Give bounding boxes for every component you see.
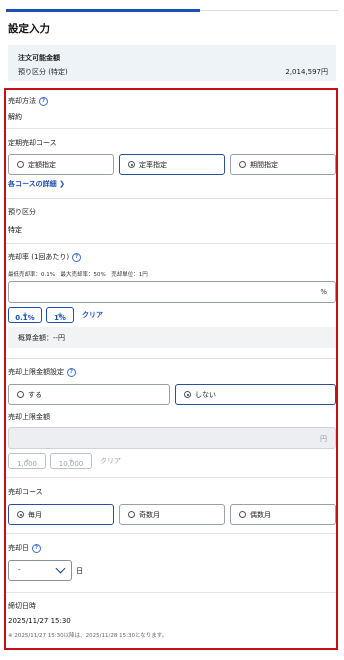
available-amount-panel: 注文可能金額 預り区分 (特定) 2,014,597円 [8,45,336,81]
sell-course-odd-months[interactable]: 奇数月 [119,504,225,525]
rate-clear-button[interactable]: クリア [82,310,103,320]
sell-course-monthly[interactable]: 毎月 [8,504,114,525]
divider [6,198,336,199]
radio-icon [17,391,24,398]
deadline-label: 締切日時 [8,602,36,610]
radio-icon [239,511,246,518]
divider [6,477,336,478]
add-0.1-percent-button[interactable]: + 0.1% [8,307,42,323]
limit-setting-off[interactable]: しない [175,384,336,405]
estimate-text: 概算金額：--円 [18,334,66,342]
deadline-value: 2025/11/27 15:30 [8,617,71,625]
available-amount-value: 2,014,597円 [285,68,328,76]
divider [6,243,336,244]
divider [6,533,336,534]
rate-label: 売却率 (1回あたり)? [8,252,82,262]
course-label: 定期売却コース [8,139,57,147]
radio-selected-icon [128,161,135,168]
course-option-period[interactable]: 期間指定 [230,154,336,175]
deadline-note: ※ 2025/11/27 15:30以降は、2025/11/28 15:30とな… [8,633,168,639]
limit-clear-button[interactable]: クリア [100,456,121,466]
help-icon[interactable]: ? [39,97,48,106]
divider [6,128,336,129]
sell-method-label: 売却方法? [8,96,48,106]
divider [6,592,336,593]
chevron-right-icon: ❯ [59,180,65,188]
rate-constraints: 最低売却率：0.1% 最大売却率：50% 売却単位：1円 [8,272,148,278]
radio-icon [128,511,135,518]
custody-type-label: 預り区分 (特定) [18,68,68,76]
limit-amount-label: 売却上限金額 [8,413,50,421]
radio-icon [17,161,24,168]
day-suffix: 日 [76,567,83,575]
available-amount-label: 注文可能金額 [18,54,60,62]
custody-value: 特定 [8,226,22,234]
course-option-fixed-rate[interactable]: 定率指定 [119,154,225,175]
chevron-down-icon [55,563,66,574]
sell-day-label: 売却日? [8,543,41,553]
radio-icon [239,161,246,168]
radio-selected-icon [184,391,191,398]
sell-course-even-months[interactable]: 偶数月 [230,504,336,525]
sell-course-label: 売却コース [8,488,43,496]
limit-setting-label: 売却上限金額設定? [8,367,76,377]
help-icon[interactable]: ? [67,368,76,377]
add-1-percent-button[interactable]: + 1% [46,307,74,323]
radio-selected-icon [17,511,24,518]
estimate-panel: 概算金額：--円 [8,327,336,348]
rate-input[interactable]: % [8,281,336,303]
yen-unit: 円 [320,435,327,443]
limit-amount-input[interactable]: 円 [8,427,336,449]
page-title: 設定入力 [8,23,50,35]
divider [6,358,336,359]
add-1000-button[interactable]: + 1,000 [8,453,46,469]
course-details-link[interactable]: 各コースの詳細 ❯ [8,179,65,189]
sell-day-select[interactable]: - [8,560,72,581]
sell-method-value: 解約 [8,113,22,121]
add-10000-button[interactable]: + 10,000 [50,453,92,469]
top-tab-indicator [0,0,344,12]
percent-unit: % [320,288,327,296]
help-icon[interactable]: ? [32,544,41,553]
limit-setting-on[interactable]: する [8,384,170,405]
help-icon[interactable]: ? [72,253,82,262]
custody-label: 預り区分 [8,208,36,216]
course-option-fixed-amount[interactable]: 定額指定 [8,154,114,175]
